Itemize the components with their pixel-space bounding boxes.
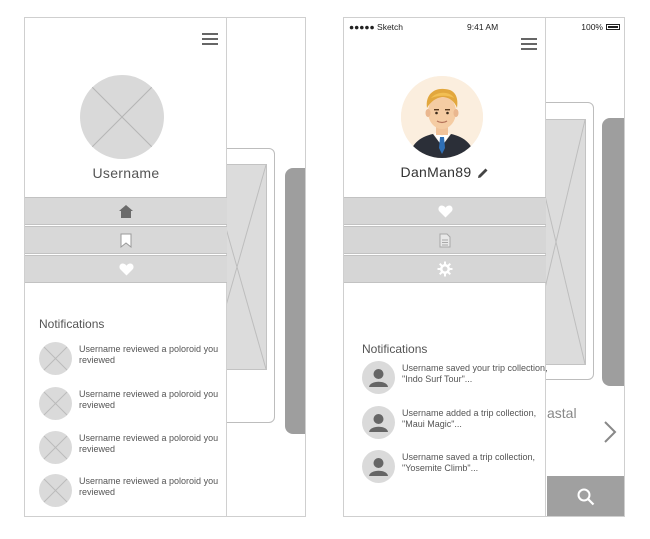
nav-item-home[interactable]	[25, 197, 227, 225]
notification-avatar-placeholder	[39, 342, 72, 375]
battery-icon	[606, 24, 620, 30]
battery-status: 100%	[581, 22, 620, 32]
bookmark-icon	[120, 233, 132, 248]
notification-text: Username reviewed a poloroid you reviewe…	[79, 389, 219, 410]
hamburger-menu-icon[interactable]	[521, 38, 537, 50]
username-row: DanMan89	[344, 164, 546, 180]
notification-avatar-placeholder	[39, 474, 72, 507]
nav-item-favorites[interactable]	[25, 255, 227, 283]
side-drawer: Username Notifications Username reviewed…	[25, 18, 227, 516]
chevron-right-icon[interactable]	[603, 420, 617, 444]
status-bar: ●●●●● Sketch 9:41 AM	[344, 18, 545, 34]
notification-text: Username reviewed a poloroid you reviewe…	[79, 433, 219, 454]
search-button[interactable]	[547, 476, 624, 516]
gear-icon	[437, 261, 453, 277]
notification-item[interactable]: Username saved a trip collection, "Yosem…	[362, 450, 548, 484]
notification-item[interactable]: Username reviewed a poloroid you reviewe…	[39, 387, 225, 421]
notification-item[interactable]: Username added a trip collection, "Maui …	[362, 406, 548, 440]
notification-item[interactable]: Username reviewed a poloroid you reviewe…	[39, 474, 225, 508]
notification-avatar-placeholder	[39, 387, 72, 420]
username-label: Username	[92, 165, 160, 181]
status-time: 9:41 AM	[467, 22, 499, 32]
notifications-title: Notifications	[362, 342, 428, 356]
notification-item[interactable]: Username reviewed a poloroid you reviewe…	[39, 342, 225, 376]
username-label: DanMan89	[400, 164, 472, 180]
notification-text: Username reviewed a poloroid you reviewe…	[79, 344, 219, 365]
battery-percent: 100%	[581, 22, 603, 32]
notification-item[interactable]: Username saved your trip collection, "In…	[362, 361, 548, 395]
nav-item-documents[interactable]	[344, 226, 546, 254]
pencil-edit-icon[interactable]	[477, 167, 489, 179]
hamburger-menu-icon[interactable]	[202, 33, 218, 45]
nav-item-favorites[interactable]	[344, 197, 546, 225]
avatar[interactable]	[401, 76, 483, 158]
nav-item-bookmarks[interactable]	[25, 226, 227, 254]
left-screen: Username Notifications Username reviewed…	[24, 17, 306, 517]
notification-avatar-placeholder	[39, 431, 72, 464]
side-drawer: ●●●●● Sketch 9:41 AM DanMan89 Notificati…	[344, 18, 548, 516]
notification-text: Username reviewed a poloroid you reviewe…	[79, 476, 219, 497]
background-card-title: astal	[547, 405, 577, 421]
notifications-title: Notifications	[39, 317, 105, 331]
avatar-placeholder[interactable]	[80, 75, 164, 159]
notification-text: Username saved your trip collection, "In…	[402, 363, 548, 384]
right-screen: astal ●●●●● Sketch 9:41 AM DanMan89 Noti…	[343, 17, 625, 517]
heart-icon	[437, 205, 453, 217]
background-gray-card	[602, 118, 624, 386]
search-icon	[577, 488, 595, 506]
nav-item-settings[interactable]	[344, 255, 546, 283]
document-icon	[439, 233, 451, 247]
carrier-label: ●●●●● Sketch	[349, 22, 404, 32]
user-avatar-icon	[362, 450, 395, 483]
notification-text: Username saved a trip collection, "Yosem…	[402, 452, 536, 473]
notification-text: Username added a trip collection, "Maui …	[402, 408, 537, 429]
heart-icon	[118, 263, 134, 275]
home-icon	[119, 204, 133, 218]
background-gray-card	[285, 168, 305, 434]
user-avatar-icon	[362, 361, 395, 394]
user-avatar-icon	[362, 406, 395, 439]
notification-item[interactable]: Username reviewed a poloroid you reviewe…	[39, 431, 225, 465]
